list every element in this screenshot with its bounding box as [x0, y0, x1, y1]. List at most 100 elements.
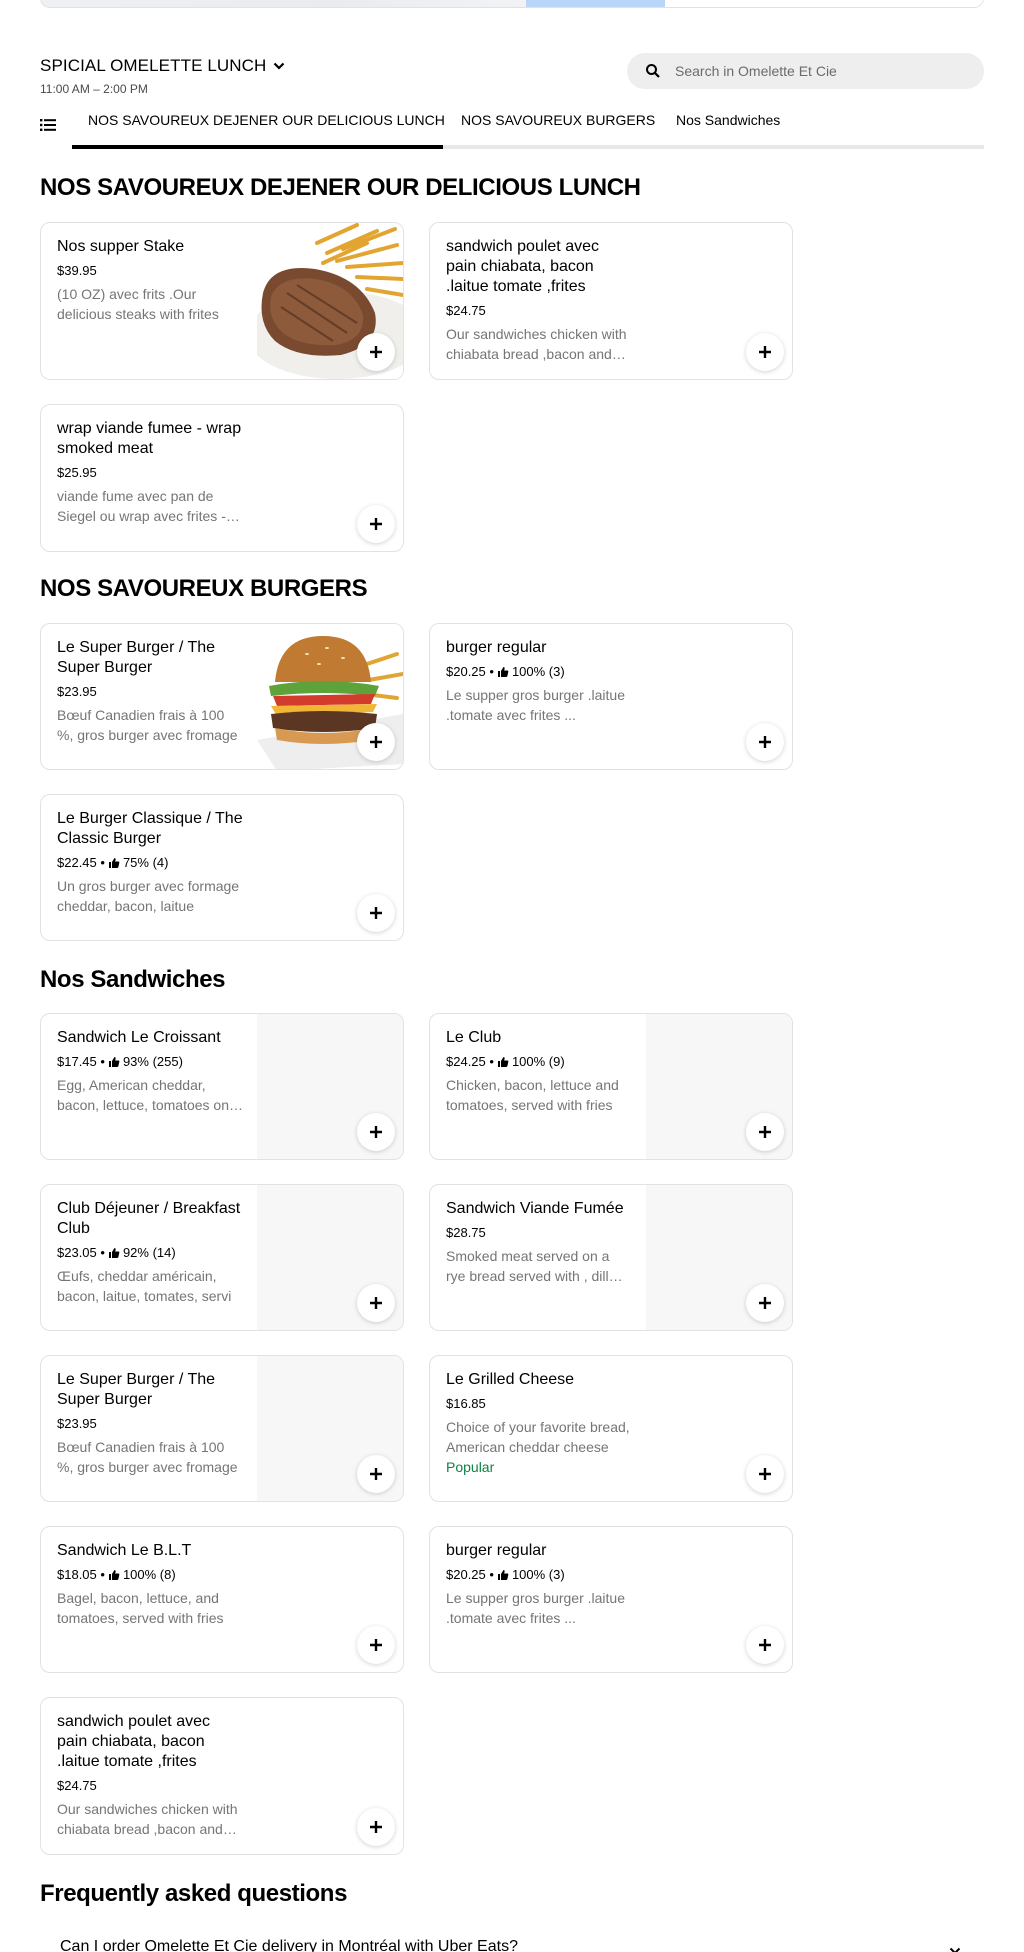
plus-icon: [370, 736, 382, 748]
add-item-button[interactable]: [746, 1626, 784, 1664]
item-name: burger regular: [446, 1542, 547, 1559]
item-name: Le Super Burger / The Super Burger: [57, 639, 216, 676]
add-item-button[interactable]: [746, 1113, 784, 1151]
item-name: sandwich poulet avec pain chiabata, baco…: [57, 1713, 210, 1770]
add-item-button[interactable]: [746, 1284, 784, 1322]
menu-item-card[interactable]: Le Burger Classique / The Classic Burger…: [40, 794, 404, 941]
add-item-button[interactable]: [357, 1284, 395, 1322]
item-description: viande fume avec pan de Siegel ou wrap a…: [57, 488, 226, 524]
add-item-button[interactable]: [746, 723, 784, 761]
add-item-button[interactable]: [357, 1808, 395, 1846]
item-rating: 100% (3): [511, 1567, 565, 1582]
thumbs-up-icon: [108, 1569, 120, 1580]
add-item-button[interactable]: [357, 723, 395, 761]
plus-icon: [370, 1297, 382, 1309]
map-highlight: [526, 0, 665, 7]
menu-item-card[interactable]: wrap viande fumee - wrap smoked meat $25…: [40, 404, 404, 552]
menu-item-card[interactable]: Le Club $24.25 • 100% (9) Chicken, bacon,…: [429, 1013, 793, 1160]
add-item-button[interactable]: [746, 1455, 784, 1493]
tab-delicious-lunch[interactable]: NOS SAVOUREUX DEJENER OUR DELICIOUS LUNC…: [88, 112, 445, 128]
item-price: $16.85: [446, 1396, 486, 1411]
add-item-button[interactable]: [357, 1113, 395, 1151]
plus-icon: [759, 1639, 771, 1651]
item-price: $24.75: [57, 1778, 97, 1793]
search-icon: [646, 64, 660, 78]
thumbs-up-icon: [497, 1569, 509, 1580]
menu-item-card[interactable]: Sandwich Le Croissant $17.45 • 93% (255) …: [40, 1013, 404, 1160]
menu-item-card[interactable]: sandwich poulet avec pain chiabata, baco…: [429, 222, 793, 380]
menu-item-card[interactable]: burger regular $20.25 • 100% (3) Le suppe…: [429, 1526, 793, 1673]
tab-sandwiches[interactable]: Nos Sandwiches: [676, 112, 780, 128]
menu-item-card[interactable]: Club Déjeuner / Breakfast Club $23.05 • 9…: [40, 1184, 404, 1331]
store-map-strip: [40, 0, 984, 8]
menu-title: SPICIAL OMELETTE LUNCH: [40, 56, 267, 75]
item-rating: 100% (9): [511, 1054, 565, 1069]
thumbs-up-icon: [108, 857, 120, 868]
add-item-button[interactable]: [357, 505, 395, 543]
add-item-button[interactable]: [746, 333, 784, 371]
item-price: $24.25 •: [446, 1054, 494, 1069]
item-description: Egg, American cheddar, bacon, lettuce, t…: [57, 1077, 241, 1113]
item-name: Le Club: [446, 1029, 502, 1046]
store-search[interactable]: [627, 53, 984, 89]
item-description: Bœuf Canadien frais à 100 %, gros burger…: [57, 707, 238, 743]
thumbs-up-icon: [497, 666, 509, 677]
item-price: $17.45 •: [57, 1054, 105, 1069]
list-icon[interactable]: [40, 117, 56, 133]
menu-hours: 11:00 AM – 2:00 PM: [40, 82, 148, 96]
faq-question[interactable]: Can I order Omelette Et Cie delivery in …: [60, 1938, 518, 1952]
item-price: $18.05 •: [57, 1567, 105, 1582]
menu-item-card[interactable]: Le Super Burger / The Super Burger $23.9…: [40, 623, 404, 770]
add-item-button[interactable]: [357, 1626, 395, 1664]
plus-icon: [370, 907, 382, 919]
plus-icon: [759, 346, 771, 358]
item-price: $24.75: [446, 303, 486, 318]
item-name: Le Super Burger / The Super Burger: [57, 1371, 216, 1408]
item-description: Le supper gros burger .laitue .tomate av…: [446, 1590, 625, 1626]
item-name: Club Déjeuner / Breakfast Club: [57, 1200, 241, 1237]
item-name: burger regular: [446, 639, 547, 656]
item-name: wrap viande fumee - wrap smoked meat: [57, 420, 242, 457]
add-item-button[interactable]: [357, 333, 395, 371]
plus-icon: [370, 518, 382, 530]
menu-item-card[interactable]: Sandwich Viande Fumée $28.75 Smoked meat…: [429, 1184, 793, 1331]
thumbs-up-icon: [108, 1247, 120, 1258]
menu-item-card[interactable]: Nos supper Stake $39.95 (10 OZ) avec fri…: [40, 222, 404, 380]
item-rating: 93% (255): [122, 1054, 183, 1069]
add-item-button[interactable]: [357, 894, 395, 932]
plus-icon: [759, 1297, 771, 1309]
menu-header: SPICIAL OMELETTE LUNCH 11:00 AM – 2:00 P…: [40, 56, 286, 96]
item-price: $39.95: [57, 263, 97, 278]
add-item-button[interactable]: [357, 1455, 395, 1493]
chevron-down-icon: [274, 62, 285, 70]
map-area: [41, 0, 526, 7]
tab-burgers[interactable]: NOS SAVOUREUX BURGERS: [461, 112, 655, 128]
menu-item-card[interactable]: Le Super Burger / The Super Burger $23.9…: [40, 1355, 404, 1502]
item-description: Smoked meat served on a rye bread served…: [446, 1248, 610, 1284]
menu-item-card[interactable]: sandwich poulet avec pain chiabata, baco…: [40, 1697, 404, 1855]
plus-icon: [370, 1468, 382, 1480]
item-description: Chicken, bacon, lettuce and tomatoes, se…: [446, 1077, 619, 1113]
item-description: Bagel, bacon, lettuce, and tomatoes, ser…: [57, 1590, 224, 1626]
search-input[interactable]: [675, 63, 965, 79]
plus-icon: [759, 1126, 771, 1138]
thumbs-up-icon: [497, 1056, 509, 1067]
menu-selector[interactable]: SPICIAL OMELETTE LUNCH: [40, 56, 286, 76]
tabs-active-indicator: [72, 145, 443, 149]
faq-title: Frequently asked questions: [40, 1880, 348, 1907]
menu-item-card[interactable]: Sandwich Le B.L.T $18.05 • 100% (8) Bagel…: [40, 1526, 404, 1673]
popular-badge: Popular: [446, 1459, 495, 1475]
chevron-down-icon[interactable]: [948, 1944, 962, 1952]
item-rating: 100% (8): [122, 1567, 176, 1582]
plus-icon: [370, 1821, 382, 1833]
item-rating: 75% (4): [122, 855, 169, 870]
menu-item-card[interactable]: burger regular $20.25 • 100% (3) Le suppe…: [429, 623, 793, 770]
item-name: Le Grilled Cheese: [446, 1371, 575, 1388]
item-rating: 92% (14): [122, 1245, 176, 1260]
item-price: $25.95: [57, 465, 97, 480]
menu-item-card[interactable]: Le Grilled Cheese $16.85 Choice of your …: [429, 1355, 793, 1502]
item-price: $20.25 •: [446, 664, 494, 679]
item-description: Our sandwiches chicken with chiabata bre…: [446, 326, 627, 362]
item-description: Le supper gros burger .laitue .tomate av…: [446, 687, 625, 723]
category-tabs: NOS SAVOUREUX DEJENER OUR DELICIOUS LUNC…: [40, 108, 984, 152]
